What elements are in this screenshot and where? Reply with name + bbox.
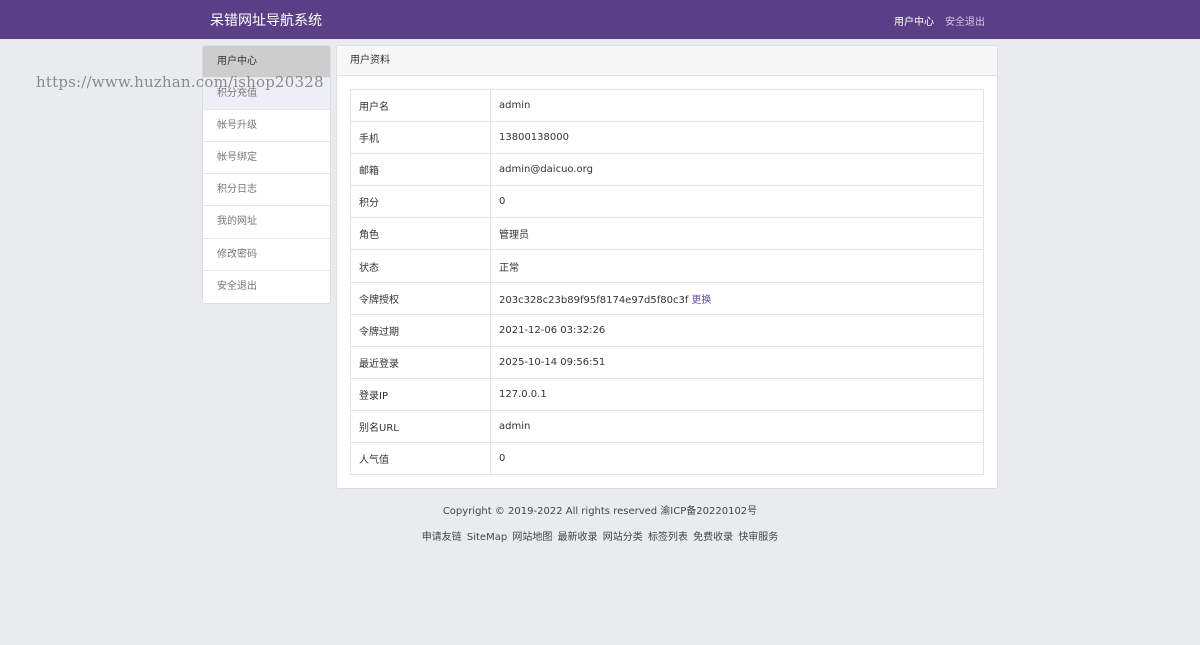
table-row: 别名URL admin xyxy=(350,409,984,444)
footer-link-friend[interactable]: 申请友链 xyxy=(422,532,462,543)
sidebar-item-my-sites[interactable]: 我的网址 xyxy=(203,206,330,239)
field-label: 令牌过期 xyxy=(350,313,491,347)
profile-panel: 用户资料 用户名 admin 手机 13800138000 邮箱 admin@daicuo… xyxy=(336,45,998,489)
sidebar-item-points-log[interactable]: 积分日志 xyxy=(203,174,330,207)
footer-link-tags[interactable]: 标签列表 xyxy=(648,532,688,543)
footer-copyright: Copyright © 2019-2022 All rights reserve… xyxy=(442,506,758,517)
footer-links: 申请友链 SiteMap 网站地图 最新收录 网站分类 标签列表 免费收录 快审… xyxy=(0,528,1200,543)
field-value: 13800138000 xyxy=(490,121,984,155)
sidebar-item-account-binding[interactable]: 帐号绑定 xyxy=(203,142,330,175)
field-label: 状态 xyxy=(350,249,491,283)
field-value: 2025-10-14 09:56:51 xyxy=(490,345,984,379)
field-label: 用户名 xyxy=(350,88,491,123)
profile-table: 用户名 admin 手机 13800138000 邮箱 admin@daicuo.org 积… xyxy=(350,88,984,476)
sidebar-item-change-password[interactable]: 修改密码 xyxy=(203,239,330,271)
field-label: 别名URL xyxy=(350,409,491,444)
field-value-text: 127.0.0.1 xyxy=(499,388,547,400)
nav-user-center-link[interactable]: 用户中心 xyxy=(894,13,934,28)
field-value-text: 203c328c23b89f95f8174e97d5f80c3f xyxy=(499,294,689,306)
field-value-text: 正常 xyxy=(499,262,519,274)
field-label: 令牌授权 xyxy=(350,281,491,315)
navbar-links: 用户中心 安全退出 xyxy=(894,13,985,28)
nav-logout-link[interactable]: 安全退出 xyxy=(945,13,985,28)
footer-link-free-submit[interactable]: 免费收录 xyxy=(693,532,733,543)
panel-title: 用户资料 xyxy=(337,46,997,76)
watermark-text: https://www.huzhan.com/ishop20328 xyxy=(36,73,324,91)
table-row: 令牌过期 2021-12-06 03:32:26 xyxy=(350,313,984,347)
field-value: 0 xyxy=(490,185,984,219)
field-value-text: admin xyxy=(499,100,531,112)
field-value: admin xyxy=(490,409,984,444)
table-row: 令牌授权 203c328c23b89f95f8174e97d5f80c3f 更换 xyxy=(350,281,984,315)
field-value: 2021-12-06 03:32:26 xyxy=(490,313,984,347)
table-row: 邮箱 admin@daicuo.org xyxy=(350,153,984,187)
field-value: 203c328c23b89f95f8174e97d5f80c3f 更换 xyxy=(490,281,984,315)
field-label: 手机 xyxy=(350,121,491,155)
field-value: admin xyxy=(490,88,984,123)
field-label: 最近登录 xyxy=(350,345,491,379)
sidebar-item-logout[interactable]: 安全退出 xyxy=(203,271,330,303)
field-label: 积分 xyxy=(350,185,491,219)
field-label: 邮箱 xyxy=(350,153,491,187)
field-value: 管理员 xyxy=(490,217,984,251)
table-row: 最近登录 2025-10-14 09:56:51 xyxy=(350,345,984,379)
field-value-text: 0 xyxy=(499,196,506,208)
table-row: 角色 管理员 xyxy=(350,217,984,251)
footer-link-latest[interactable]: 最新收录 xyxy=(558,532,598,543)
footer-link-site-map-cn[interactable]: 网站地图 xyxy=(512,532,552,543)
table-row: 积分 0 xyxy=(350,185,984,219)
field-value-text: 2021-12-06 03:32:26 xyxy=(499,324,606,336)
field-value-text: 管理员 xyxy=(499,230,529,242)
table-row: 手机 13800138000 xyxy=(350,121,984,155)
field-value: 0 xyxy=(490,442,984,476)
field-value-text: 13800138000 xyxy=(499,132,569,144)
site-brand[interactable]: 呆错网址导航系统 xyxy=(210,10,322,30)
footer-link-sitemap[interactable]: SiteMap xyxy=(467,532,507,543)
sidebar-item-account-upgrade[interactable]: 帐号升级 xyxy=(203,110,330,143)
table-row: 用户名 admin xyxy=(350,88,984,123)
token-refresh-link[interactable]: 更换 xyxy=(691,295,711,306)
top-navbar: 呆错网址导航系统 用户中心 安全退出 xyxy=(0,0,1200,39)
footer-link-fast-review[interactable]: 快审服务 xyxy=(738,532,778,543)
field-value-text: 0 xyxy=(499,453,506,465)
table-row: 人气值 0 xyxy=(350,442,984,476)
field-label: 角色 xyxy=(350,217,491,251)
field-value-text: admin xyxy=(499,420,531,432)
table-row: 登录IP 127.0.0.1 xyxy=(350,377,984,411)
field-value-text: 2025-10-14 09:56:51 xyxy=(499,356,606,368)
field-value-text: admin@daicuo.org xyxy=(499,164,593,176)
table-row: 状态 正常 xyxy=(350,249,984,283)
field-label: 人气值 xyxy=(350,442,491,476)
field-label: 登录IP xyxy=(350,377,491,411)
field-value: 127.0.0.1 xyxy=(490,377,984,411)
footer-link-categories[interactable]: 网站分类 xyxy=(603,532,643,543)
field-value: admin@daicuo.org xyxy=(490,153,984,187)
field-value: 正常 xyxy=(490,249,984,283)
